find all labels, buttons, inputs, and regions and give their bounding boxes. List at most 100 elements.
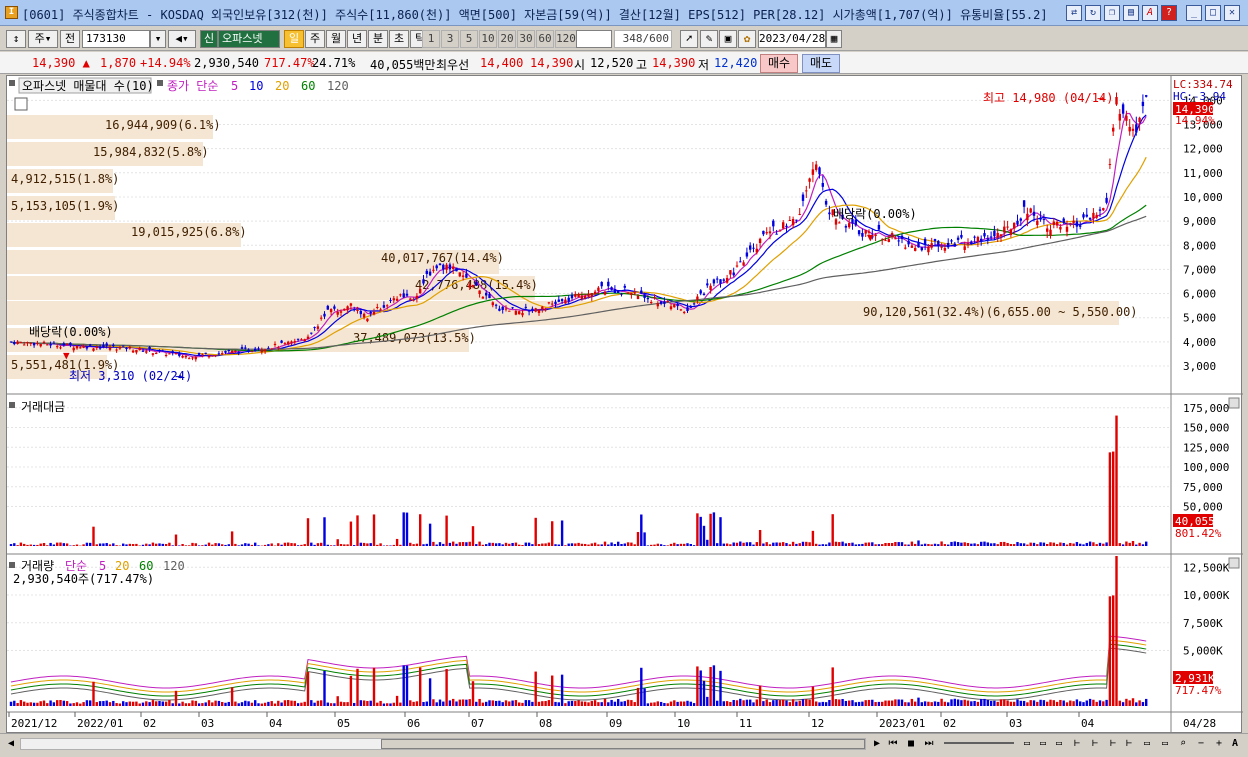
maximize-button[interactable]: □ <box>1205 5 1221 21</box>
refresh-icon[interactable]: ↻ <box>1085 5 1101 21</box>
calendar-icon[interactable]: ▦ <box>826 30 842 48</box>
zoom-slider[interactable] <box>944 742 1014 744</box>
layout-icon[interactable]: ▭ <box>1020 737 1034 751</box>
amount-bar <box>986 542 989 546</box>
tool2-icon[interactable]: ⊢ <box>1088 737 1102 751</box>
volume-legend-label[interactable]: 거래량 <box>21 559 54 573</box>
font-icon[interactable]: A <box>1228 737 1242 751</box>
stock-code-input[interactable]: 173130 <box>82 30 150 48</box>
candle <box>778 230 782 232</box>
horizontal-scrollbar[interactable] <box>20 738 866 750</box>
candle <box>683 311 686 313</box>
interval-tab[interactable]: 년 <box>347 30 367 48</box>
interval-tab[interactable]: 주 <box>305 30 325 48</box>
minute-option[interactable]: 30 <box>517 30 535 48</box>
close-button[interactable]: ✕ <box>1224 5 1240 21</box>
period-select[interactable]: 주▾ <box>28 30 58 48</box>
interval-tab[interactable]: 월 <box>326 30 346 48</box>
amount-bar <box>666 545 669 546</box>
buy-button[interactable]: 매수 <box>760 54 798 73</box>
panel-close-icon[interactable] <box>1228 397 1240 409</box>
vol-ma-period-label[interactable]: 60 <box>139 559 153 573</box>
candle <box>630 293 633 296</box>
minute-option[interactable]: 120 <box>555 30 577 48</box>
tool1-icon[interactable]: ⊢ <box>1070 737 1084 751</box>
interval-tab[interactable]: 초 <box>389 30 409 48</box>
grid-toggle-icon[interactable] <box>14 97 28 111</box>
volume-bar <box>966 700 970 706</box>
link-icon[interactable]: ⇄ <box>1066 5 1082 21</box>
interval-tab[interactable]: 분 <box>368 30 388 48</box>
ma-period-label[interactable]: 5 <box>231 79 238 93</box>
minute-option[interactable]: 60 <box>536 30 554 48</box>
minute-option[interactable]: 5 <box>460 30 478 48</box>
vol-ma-period-label[interactable]: 120 <box>163 559 185 573</box>
date-input[interactable]: 2023/04/28 <box>758 30 826 48</box>
scroll-left-icon[interactable]: ◀ <box>4 737 18 751</box>
code-dropdown-icon[interactable]: ▾ <box>150 30 166 48</box>
scroll-left-icon[interactable]: ➚ <box>680 30 698 48</box>
vol-ma-period-label[interactable]: 5 <box>99 559 106 573</box>
legend-ma[interactable]: 종가 단순 <box>167 79 218 93</box>
minute-option[interactable]: 20 <box>498 30 516 48</box>
zoom-icon[interactable]: ⌕ <box>1176 737 1190 751</box>
window-list-icon[interactable]: ❐ <box>1104 5 1120 21</box>
chart-canvas[interactable]: 16,944,909(6.1%) 15,984,832(5.8%) 4,912,51… <box>7 76 1243 734</box>
scroll-right-icon[interactable]: ▶ <box>870 737 884 751</box>
first-page-icon[interactable]: ⏮ <box>886 737 900 751</box>
amount-bar <box>217 543 221 546</box>
minimize-button[interactable]: _ <box>1186 5 1202 21</box>
code-search-icon[interactable]: ↕ <box>6 30 26 48</box>
panel-close-icon[interactable] <box>1228 557 1240 569</box>
save-icon[interactable]: ▣ <box>719 30 737 48</box>
sell-button[interactable]: 매도 <box>802 54 840 73</box>
candle <box>1072 220 1075 223</box>
minute-option[interactable]: 1 <box>422 30 440 48</box>
minute-option[interactable]: 10 <box>479 30 497 48</box>
volume-bar <box>732 699 735 706</box>
amount-legend-label[interactable]: 거래대금 <box>21 400 65 414</box>
help-icon[interactable]: ? <box>1161 5 1177 21</box>
volume-bar <box>567 701 570 706</box>
minute-option[interactable]: 3 <box>441 30 459 48</box>
minute-custom-input[interactable] <box>576 30 612 48</box>
tool5-icon[interactable]: ▭ <box>1140 737 1154 751</box>
tool6-icon[interactable]: ▭ <box>1158 737 1172 751</box>
settings-icon[interactable]: ✿ <box>738 30 756 48</box>
ma-period-label[interactable]: 10 <box>249 79 263 93</box>
volume-bar <box>722 701 725 706</box>
layout3-icon[interactable]: ▭ <box>1052 737 1066 751</box>
stop-icon[interactable]: ■ <box>904 737 918 751</box>
ma-period-label[interactable]: 120 <box>327 79 349 93</box>
interval-tab[interactable]: 일 <box>284 30 304 48</box>
candle <box>174 353 178 355</box>
zoom-in-icon[interactable]: + <box>1212 737 1226 751</box>
volume-bar <box>643 688 646 706</box>
amount-bar <box>857 544 861 546</box>
volume-bar <box>217 700 221 706</box>
volume-legend-ma[interactable]: 단순 <box>65 559 87 573</box>
volume-bar <box>752 702 755 706</box>
ma-period-label[interactable]: 20 <box>275 79 289 93</box>
tool3-icon[interactable]: ⊢ <box>1106 737 1120 751</box>
tool4-icon[interactable]: ⊢ <box>1122 737 1136 751</box>
vol-ma-period-label[interactable]: 20 <box>115 559 129 573</box>
speaker-icon[interactable]: ◀▾ <box>168 30 196 48</box>
last-page-icon[interactable]: ⏭ <box>922 737 936 751</box>
alert-icon[interactable]: A <box>1142 5 1158 21</box>
candle <box>349 303 353 306</box>
scrollbar-thumb[interactable] <box>381 739 865 749</box>
chart-area[interactable]: 16,944,909(6.1%) 15,984,832(5.8%) 4,912,51… <box>6 75 1243 734</box>
candle <box>709 285 712 290</box>
crosshair-icon[interactable]: ✎ <box>700 30 718 48</box>
print-icon[interactable]: ▤ <box>1123 5 1139 21</box>
zoom-out-icon[interactable]: − <box>1194 737 1208 751</box>
volume-bar <box>600 702 603 706</box>
data-count-input[interactable]: 348/600 <box>614 30 672 48</box>
candle <box>92 348 95 351</box>
layout2-icon[interactable]: ▭ <box>1036 737 1050 751</box>
all-button[interactable]: 전 <box>60 30 80 48</box>
candle <box>887 239 890 242</box>
ma-period-label[interactable]: 60 <box>301 79 315 93</box>
legend-stock[interactable]: 오파스넷 매물대 수(10) <box>22 79 154 93</box>
